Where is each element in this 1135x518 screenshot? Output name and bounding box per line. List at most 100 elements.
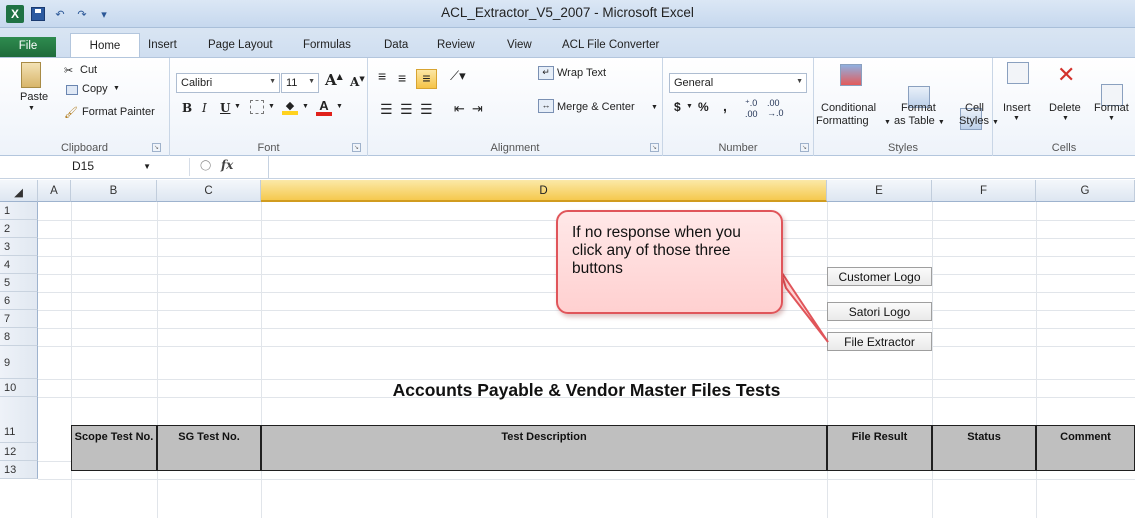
decrease-decimal-icon[interactable]: .00 →.0 — [767, 98, 784, 118]
insert-cells-icon[interactable] — [1007, 62, 1029, 84]
copy-button[interactable]: Copy — [82, 83, 108, 95]
wrap-text-icon[interactable]: ↵ — [538, 66, 554, 80]
font-size-select[interactable]: 11 ▼ — [281, 73, 319, 93]
merge-dropdown-icon[interactable]: ▼ — [651, 104, 658, 111]
fill-color-dropdown-icon[interactable]: ▼ — [302, 103, 309, 110]
paste-button[interactable]: Paste — [20, 91, 48, 103]
delete-cells-icon[interactable]: ✕ — [1057, 62, 1075, 88]
align-left-icon[interactable]: ☰ — [380, 101, 393, 118]
conditional-formatting-label2[interactable]: Formatting — [816, 115, 869, 127]
row-header-6[interactable]: 6 — [0, 292, 38, 310]
align-right-icon[interactable]: ☰ — [420, 101, 433, 118]
col-header-b[interactable]: B — [71, 180, 157, 202]
copy-icon[interactable] — [66, 85, 78, 95]
row-header-1[interactable]: 1 — [0, 202, 38, 220]
number-launcher-icon[interactable]: ↘ — [800, 143, 809, 152]
cut-icon[interactable]: ✂ — [64, 64, 73, 77]
col-header-d[interactable]: D — [261, 180, 827, 202]
fill-color-icon[interactable]: ◆ — [282, 99, 298, 115]
customer-logo-button[interactable]: Customer Logo — [827, 267, 932, 286]
merge-center-button[interactable]: Merge & Center — [557, 101, 635, 113]
tab-acl-file-converter[interactable]: ACL File Converter — [562, 39, 659, 51]
align-middle-icon[interactable]: ≡ — [398, 70, 406, 86]
conditional-formatting-button[interactable]: Conditional — [821, 102, 876, 114]
row-header-8[interactable]: 8 — [0, 328, 38, 346]
wrap-text-button[interactable]: Wrap Text — [557, 67, 606, 79]
name-box-dropdown-icon[interactable]: ▼ — [143, 162, 151, 171]
insert-cells-button[interactable]: Insert — [1003, 102, 1031, 114]
number-format-select[interactable]: General ▼ — [669, 73, 807, 93]
borders-icon[interactable] — [250, 100, 264, 114]
font-name-select[interactable]: Calibri ▼ — [176, 73, 280, 93]
insert-dropdown-icon[interactable]: ▼ — [1013, 115, 1020, 122]
col-header-e[interactable]: E — [827, 180, 932, 202]
row-header-9[interactable]: 9 — [0, 346, 38, 379]
cell-styles-button[interactable]: Cell — [965, 102, 984, 114]
cut-button[interactable]: Cut — [80, 64, 97, 76]
align-center-icon[interactable]: ☰ — [400, 101, 413, 118]
tab-review[interactable]: Review — [437, 39, 475, 51]
merge-center-icon[interactable]: ↔ — [538, 99, 554, 113]
name-box[interactable]: D15 ▼ — [40, 158, 190, 176]
delete-cells-button[interactable]: Delete — [1049, 102, 1081, 114]
decrease-indent-icon[interactable]: ⇤ — [454, 101, 465, 117]
tab-view[interactable]: View — [507, 39, 532, 51]
font-color-icon[interactable]: A — [316, 98, 332, 116]
row-header-13[interactable]: 13 — [0, 461, 38, 479]
alignment-launcher-icon[interactable]: ↘ — [650, 143, 659, 152]
format-dropdown-icon[interactable]: ▼ — [1108, 115, 1115, 122]
format-as-table-label2[interactable]: ▼ as Table ▼ — [884, 115, 945, 127]
col-header-f[interactable]: F — [932, 180, 1036, 202]
conditional-formatting-icon[interactable] — [840, 64, 862, 86]
col-header-a[interactable]: A — [38, 180, 71, 202]
currency-dropdown-icon[interactable]: ▼ — [686, 103, 693, 110]
delete-dropdown-icon[interactable]: ▼ — [1062, 115, 1069, 122]
tab-page-layout[interactable]: Page Layout — [208, 39, 273, 51]
insert-function-icon[interactable]: fx — [221, 158, 233, 172]
font-launcher-icon[interactable]: ↘ — [352, 143, 361, 152]
borders-dropdown-icon[interactable]: ▼ — [268, 103, 275, 110]
col-header-g[interactable]: G — [1036, 180, 1135, 202]
select-all-corner[interactable]: ◢ — [0, 180, 38, 202]
row-header-3[interactable]: 3 — [0, 238, 38, 256]
comma-button[interactable]: , — [723, 98, 727, 114]
align-bottom-icon[interactable]: ≡ — [416, 69, 437, 89]
formula-input[interactable] — [272, 160, 1132, 176]
shrink-font-icon[interactable]: A▼ — [350, 74, 365, 89]
percent-button[interactable]: % — [698, 100, 709, 114]
row-header-5[interactable]: 5 — [0, 274, 38, 292]
row-header-11[interactable]: 11 — [0, 397, 38, 443]
col-header-c[interactable]: C — [157, 180, 261, 202]
row-header-10[interactable]: 10 — [0, 379, 38, 397]
underline-dropdown-icon[interactable]: ▼ — [234, 103, 241, 110]
grow-font-icon[interactable]: A▲ — [325, 71, 343, 89]
font-color-dropdown-icon[interactable]: ▼ — [336, 103, 343, 110]
increase-decimal-icon[interactable]: ⁺.0.00 — [745, 98, 758, 119]
tab-file[interactable]: File — [0, 37, 56, 58]
tab-home[interactable]: Home — [70, 33, 140, 59]
bold-icon[interactable]: B — [182, 101, 192, 115]
underline-icon[interactable]: U — [220, 101, 230, 115]
format-cells-button[interactable]: Format — [1094, 102, 1129, 114]
italic-icon[interactable]: I — [202, 101, 207, 115]
copy-dropdown-icon[interactable]: ▼ — [113, 85, 120, 92]
increase-indent-icon[interactable]: ⇥ — [472, 101, 483, 117]
satori-logo-button[interactable]: Satori Logo — [827, 302, 932, 321]
align-top-icon[interactable]: ≡ — [378, 68, 386, 84]
paste-icon[interactable] — [21, 62, 41, 88]
format-painter-button[interactable]: Format Painter — [82, 106, 155, 118]
row-header-7[interactable]: 7 — [0, 310, 38, 328]
row-header-12[interactable]: 12 — [0, 443, 38, 461]
format-painter-icon[interactable]: 🖌 — [64, 106, 78, 119]
row-header-4[interactable]: 4 — [0, 256, 38, 274]
tab-insert[interactable]: Insert — [148, 39, 177, 51]
row-header-2[interactable]: 2 — [0, 220, 38, 238]
file-extractor-button[interactable]: File Extractor — [827, 332, 932, 351]
clipboard-launcher-icon[interactable]: ↘ — [152, 143, 161, 152]
currency-button[interactable]: $ — [674, 100, 681, 114]
orientation-icon[interactable]: ⟋▾ — [450, 68, 466, 84]
tab-formulas[interactable]: Formulas — [303, 39, 351, 51]
paste-dropdown-icon[interactable]: ▼ — [28, 105, 35, 112]
tab-data[interactable]: Data — [384, 39, 408, 51]
format-as-table-button[interactable]: Format — [901, 102, 936, 114]
